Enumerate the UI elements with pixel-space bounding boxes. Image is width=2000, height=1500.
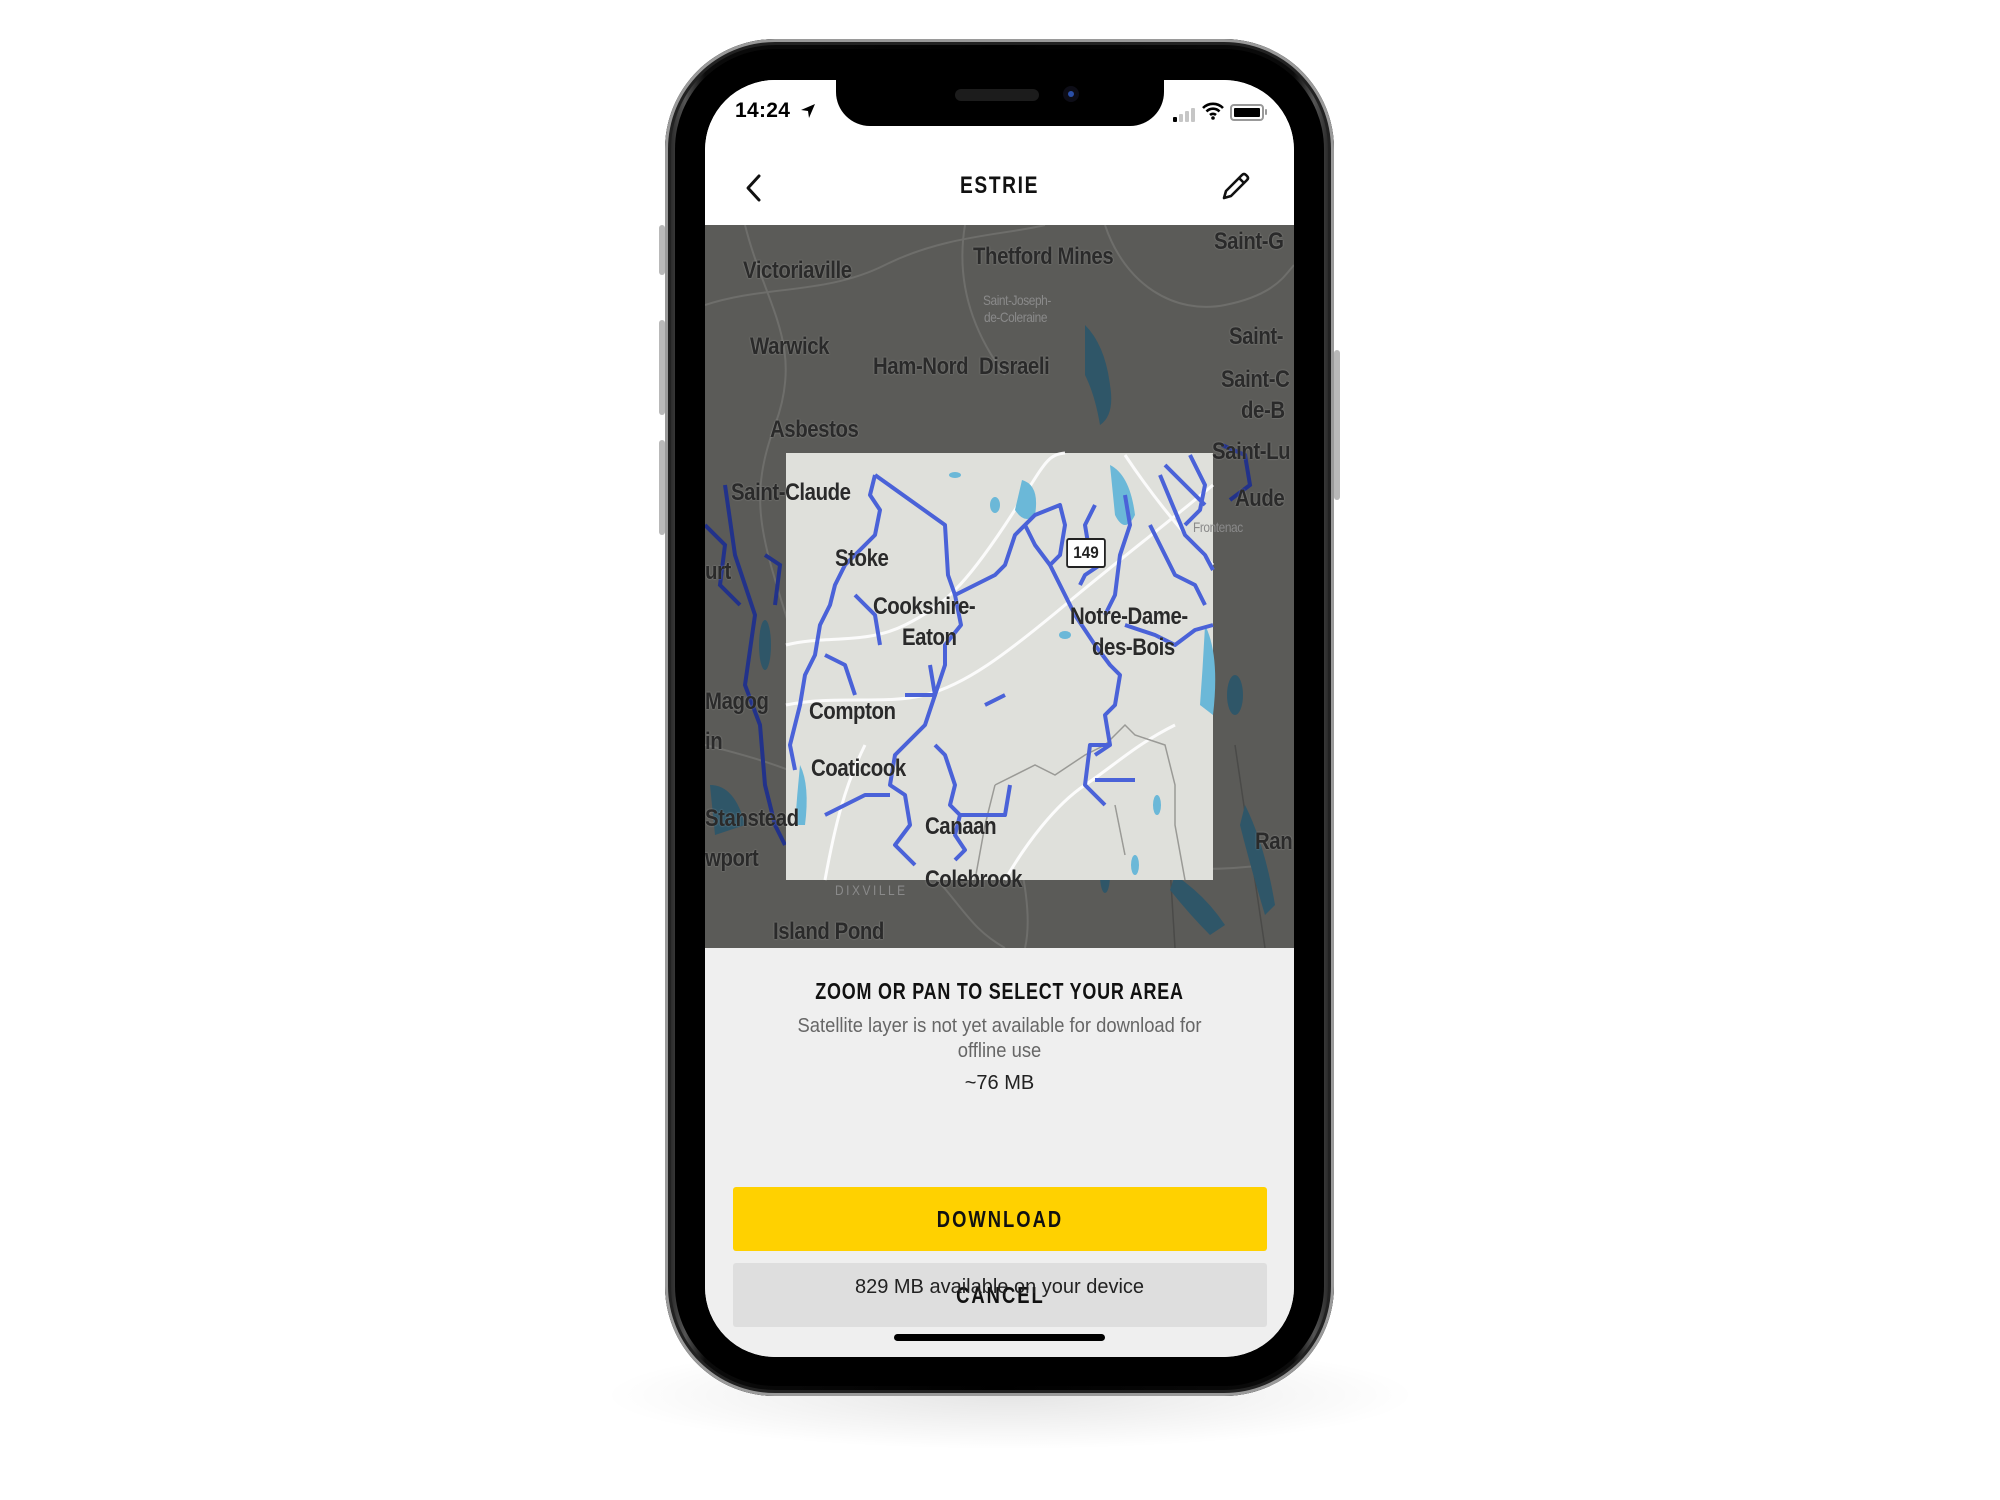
map-label: Warwick <box>750 333 830 360</box>
speaker-grille <box>955 89 1039 101</box>
map-label: Stoke <box>835 545 889 572</box>
map-label: Notre-Dame- <box>1070 603 1188 630</box>
map-minor-label: Frontenac <box>1193 519 1243 535</box>
map-label: Asbestos <box>770 416 859 443</box>
route-shield: 149 <box>1066 538 1106 568</box>
map-label: Magog <box>705 688 769 715</box>
map-label: Aude <box>1235 485 1285 512</box>
map-label: Canaan <box>925 813 997 840</box>
map-label: Eaton <box>902 624 957 651</box>
page-title: ESTRIE <box>960 172 1039 199</box>
map-label: Colebrook <box>925 866 1023 893</box>
status-time: 14:24 <box>735 99 791 122</box>
map-minor-label: Saint-Joseph- <box>983 292 1051 308</box>
home-indicator[interactable] <box>894 1334 1105 1341</box>
volume-up-button <box>659 320 665 415</box>
phone-notch <box>836 80 1164 126</box>
location-arrow-icon <box>801 104 815 118</box>
sheet-subtitle: Satellite layer is not yet available for… <box>797 1015 1202 1062</box>
map-label: Saint-C <box>1221 366 1290 393</box>
map-label: de-B <box>1241 397 1285 424</box>
phone-screen: 14:24 ESTRIE Victoriaville Thetford Mine… <box>705 80 1294 1357</box>
map-label: Compton <box>809 698 896 725</box>
signal-strength-icon <box>1173 108 1195 122</box>
map-label: Disraeli <box>979 353 1050 380</box>
map-view[interactable]: Victoriaville Thetford Mines Saint-G War… <box>705 225 1294 948</box>
available-storage: 829 MB available on your device <box>854 1276 1145 1298</box>
map-label: wport <box>705 845 759 872</box>
sheet-title: ZOOM OR PAN TO SELECT YOUR AREA <box>815 978 1184 1004</box>
battery-full-icon <box>1230 104 1267 121</box>
mute-switch <box>659 225 665 275</box>
map-label: Coaticook <box>811 755 906 782</box>
power-button <box>1334 350 1340 500</box>
nav-bar: ESTRIE <box>705 150 1294 225</box>
map-label: Ham-Nord <box>873 353 969 380</box>
download-button[interactable]: DOWNLOAD <box>733 1187 1267 1251</box>
volume-down-button <box>659 440 665 535</box>
map-label: Cookshire- <box>873 593 976 620</box>
map-label: urt <box>705 558 731 585</box>
wifi-icon <box>1202 102 1224 120</box>
map-label: Stanstead <box>705 805 799 832</box>
front-camera <box>1063 86 1079 102</box>
map-minor-label: DIXVILLE <box>835 882 908 898</box>
map-label: Island Pond <box>773 918 884 945</box>
map-minor-label: de-Coleraine <box>984 309 1048 325</box>
map-label: des-Bois <box>1092 634 1175 661</box>
map-label: in <box>705 728 723 755</box>
map-label: Victoriaville <box>743 257 852 284</box>
map-label: Saint-G <box>1214 228 1284 255</box>
map-label: Saint-Claude <box>731 479 851 506</box>
map-label: Saint-Lu <box>1212 438 1291 465</box>
map-label: Ran <box>1255 828 1293 855</box>
map-label: Saint- <box>1229 323 1284 350</box>
download-size: ~76 MB <box>964 1072 1035 1094</box>
pencil-icon[interactable] <box>1218 170 1252 204</box>
download-button-label: DOWNLOAD <box>936 1205 1064 1232</box>
map-label: Thetford Mines <box>973 243 1114 270</box>
